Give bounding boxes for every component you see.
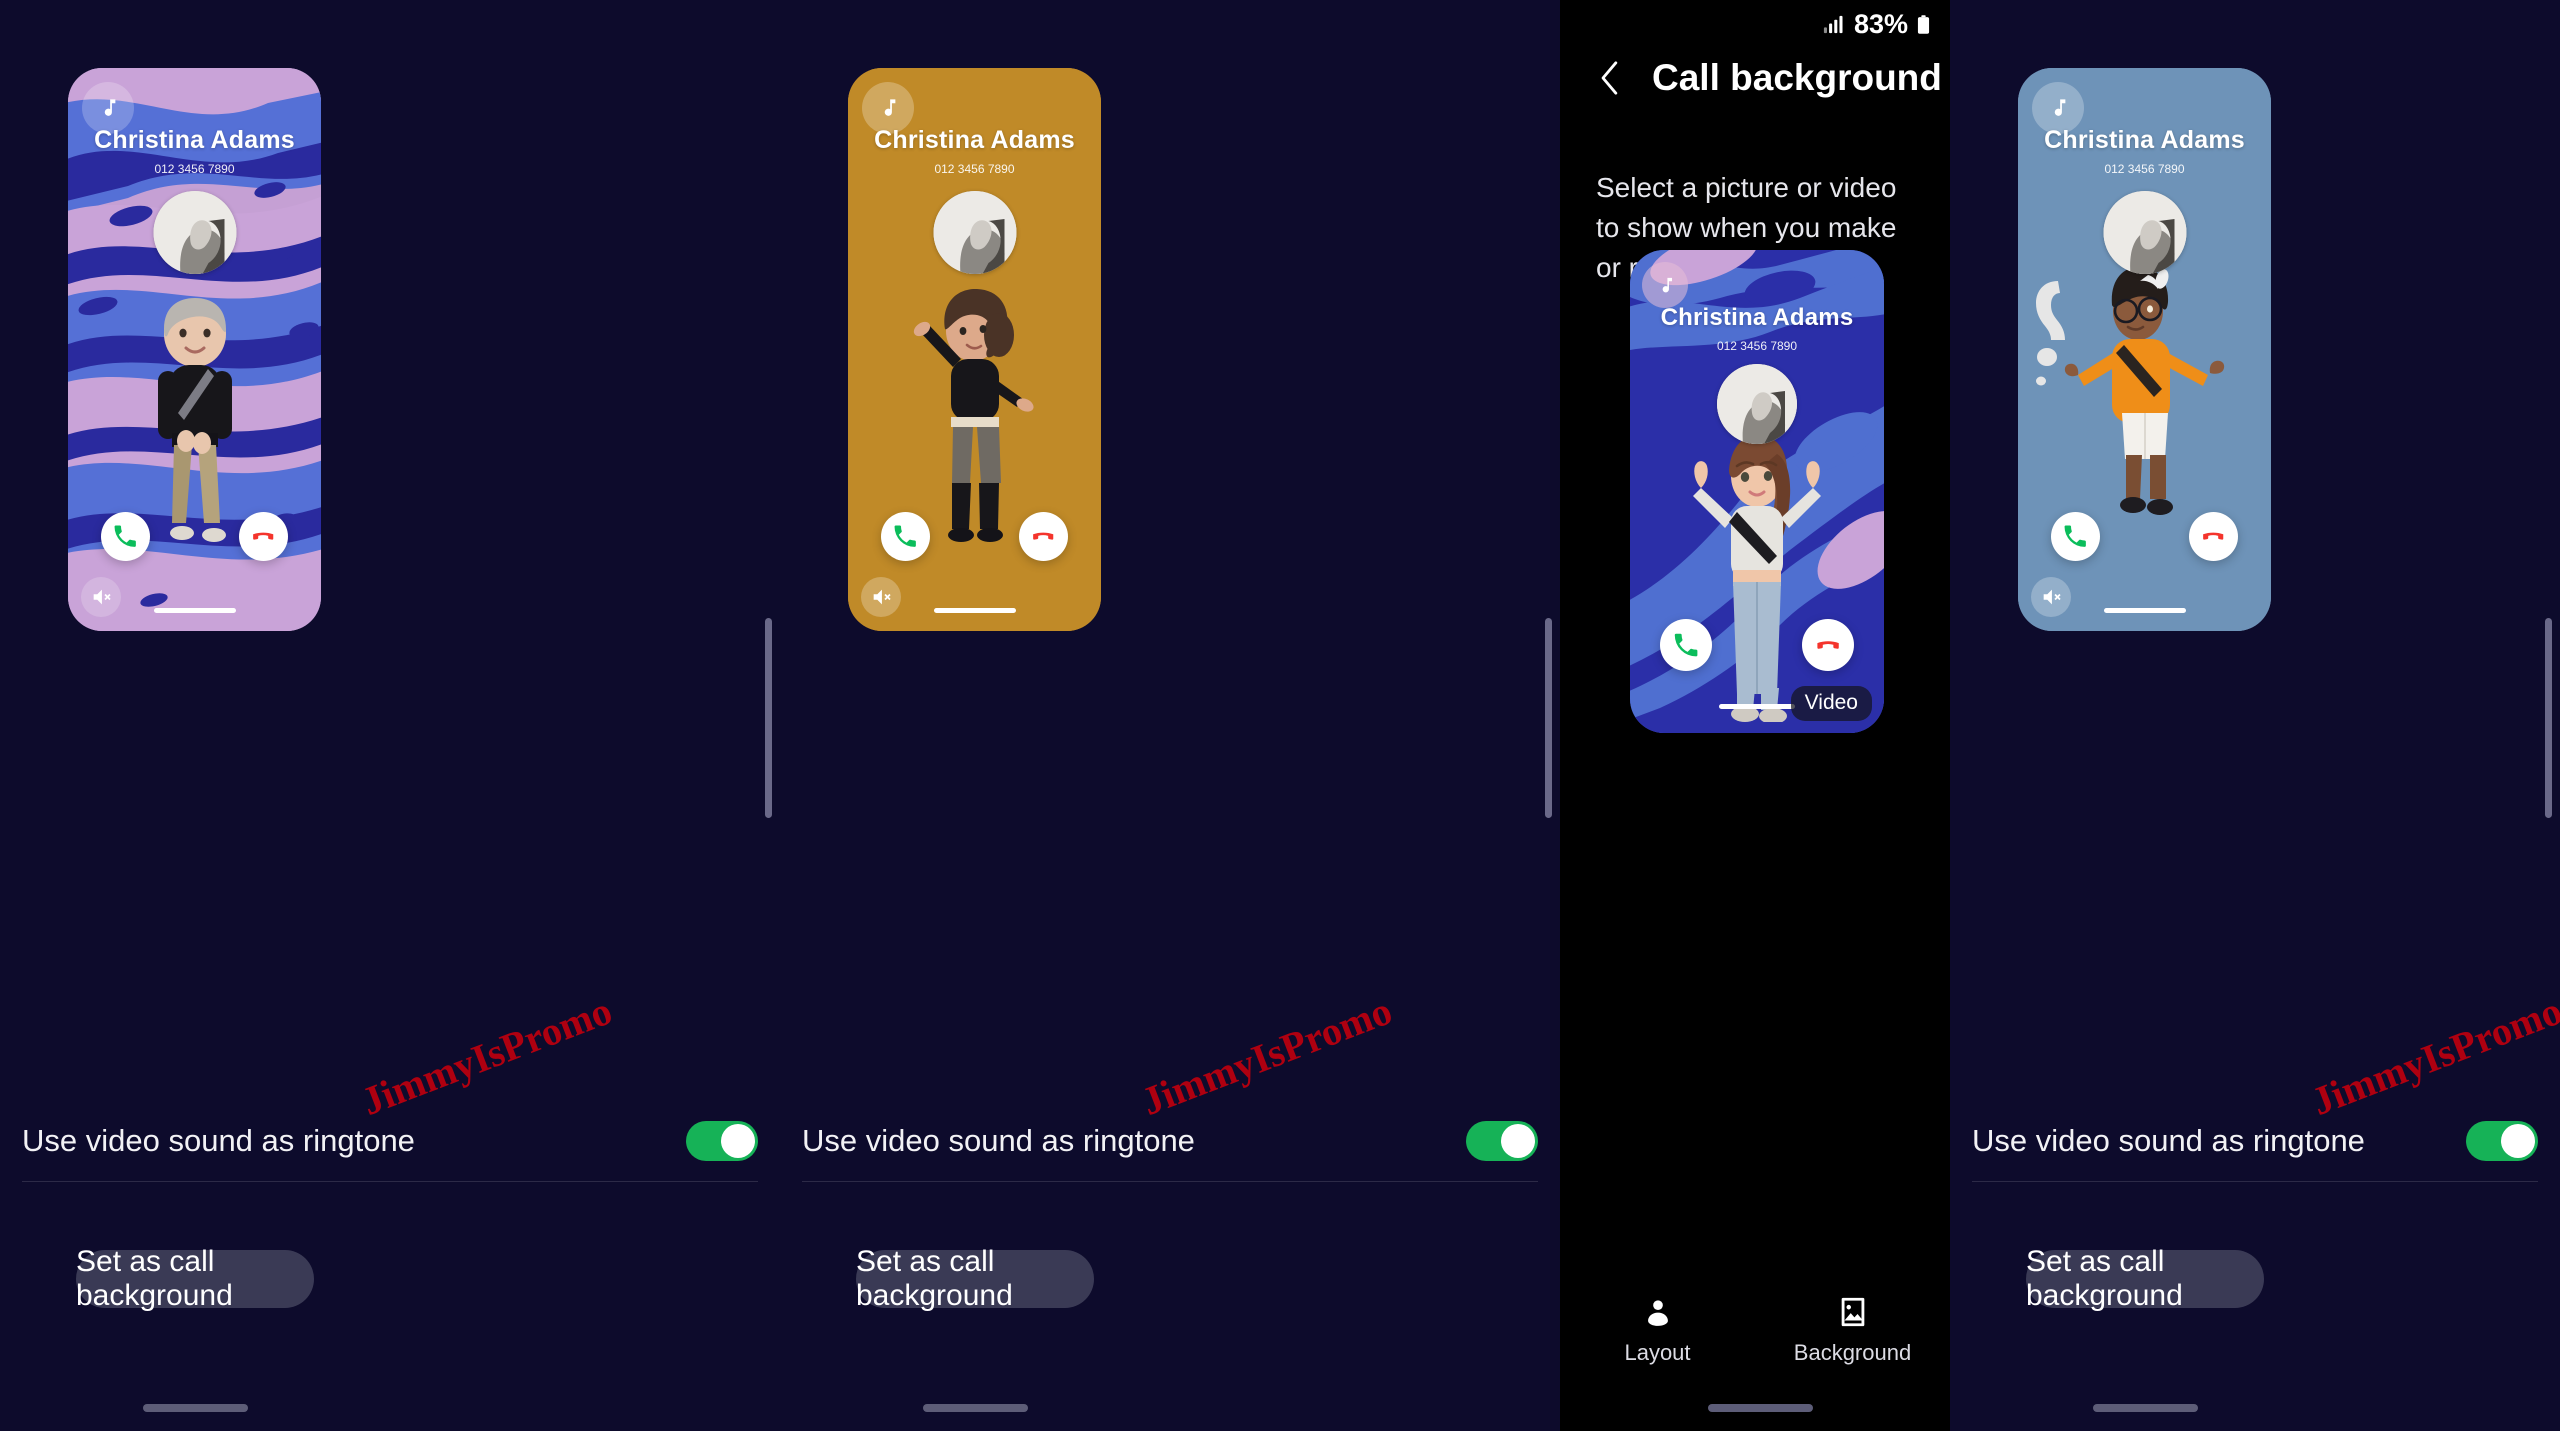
call-preview-card[interactable]: Christina Adams 012 3456 7890 — [848, 68, 1101, 631]
battery-icon — [1917, 15, 1930, 34]
ringtone-toggle[interactable] — [686, 1121, 758, 1161]
ringtone-setting-row[interactable]: Use video sound as ringtone — [802, 1115, 1538, 1167]
cta-label: Set as call background — [76, 1245, 233, 1312]
caller-name: Christina Adams — [1660, 304, 1854, 331]
toggle-knob — [2501, 1124, 2535, 1158]
system-home-bar — [1708, 1404, 1813, 1412]
home-indicator — [1719, 704, 1795, 709]
ringtone-setting-label: Use video sound as ringtone — [802, 1123, 1195, 1158]
caller-info: Christina Adams 012 3456 7890 — [848, 126, 1101, 176]
home-indicator — [153, 608, 236, 613]
screenshot-root: Christina Adams 012 3456 7890 Use video … — [0, 0, 2560, 1431]
caller-name: Christina Adams — [874, 126, 1075, 154]
answer-call-button[interactable] — [1660, 619, 1712, 671]
home-indicator — [933, 608, 1016, 613]
ringtone-setting-label: Use video sound as ringtone — [22, 1123, 415, 1158]
scroll-indicator[interactable] — [2545, 618, 2552, 818]
status-bar: 83% — [1822, 9, 1930, 40]
ringtone-setting-row[interactable]: Use video sound as ringtone — [1972, 1115, 2538, 1167]
divider — [802, 1181, 1538, 1182]
cta-label: Set as call background — [2026, 1245, 2183, 1312]
caller-info: Christina Adams 012 3456 7890 — [2018, 126, 2271, 176]
home-indicator — [2103, 608, 2186, 613]
toggle-knob — [721, 1124, 755, 1158]
call-background-editor-panel: 83% Call background Select a picture or … — [1560, 0, 1950, 1431]
divider — [22, 1181, 758, 1182]
preview-panel-4: Christina Adams 012 3456 7890 Use video … — [1950, 0, 2560, 1431]
person-icon — [1647, 1300, 1668, 1326]
tab-background-label: Background — [1793, 1340, 1912, 1365]
preview-panel-2: Christina Adams 012 3456 7890 Use video … — [780, 0, 1560, 1431]
battery-percent: 83% — [1853, 9, 1908, 39]
set-as-call-background-button[interactable]: Set as call background — [2026, 1245, 2264, 1312]
speaker-mute-icon[interactable] — [81, 577, 121, 617]
system-home-bar — [2093, 1404, 2198, 1412]
ringtone-toggle[interactable] — [1466, 1121, 1538, 1161]
caller-number: 012 3456 7890 — [1716, 339, 1798, 353]
avatar — [933, 191, 1016, 274]
caller-name: Christina Adams — [2044, 126, 2245, 154]
caller-info: Christina Adams 012 3456 7890 — [1630, 304, 1884, 353]
scroll-indicator[interactable] — [1545, 618, 1552, 818]
ringtone-setting-row[interactable]: Use video sound as ringtone — [22, 1115, 758, 1167]
signal-bars-icon — [1823, 15, 1843, 34]
speaker-mute-icon[interactable] — [861, 577, 901, 617]
back-arrow-icon[interactable] — [1596, 58, 1624, 98]
decline-call-button[interactable] — [2189, 512, 2238, 561]
caller-number: 012 3456 7890 — [2104, 162, 2185, 176]
cta-label: Set as call background — [856, 1245, 1013, 1312]
caller-number: 012 3456 7890 — [154, 162, 235, 176]
tab-layout-label: Layout — [1624, 1340, 1691, 1365]
call-preview-card[interactable]: Christina Adams 012 3456 7890 — [2018, 68, 2271, 631]
avatar — [153, 191, 236, 274]
watermark: JimmyIsPromo — [1135, 987, 1398, 1125]
page-title: Call background — [1652, 57, 1942, 98]
caller-name: Christina Adams — [94, 126, 295, 154]
app-bar: Call background — [1596, 57, 1942, 99]
set-as-call-background-button[interactable]: Set as call background — [856, 1245, 1094, 1312]
system-home-bar — [143, 1404, 248, 1412]
scroll-indicator[interactable] — [765, 618, 772, 818]
watermark: JimmyIsPromo — [355, 987, 618, 1125]
toggle-knob — [1501, 1124, 1535, 1158]
image-icon — [1841, 1297, 1864, 1327]
system-home-bar — [923, 1404, 1028, 1412]
divider — [1972, 1181, 2538, 1182]
decline-call-button[interactable] — [239, 512, 288, 561]
ringtone-setting-label: Use video sound as ringtone — [1972, 1123, 2365, 1158]
music-note-icon[interactable] — [1642, 262, 1688, 308]
video-badge[interactable]: Video — [1790, 686, 1872, 721]
answer-call-button[interactable] — [881, 512, 930, 561]
tab-layout[interactable]: Layout — [1560, 1295, 1755, 1366]
avatar-character — [130, 293, 260, 563]
caller-number: 012 3456 7890 — [934, 162, 1015, 176]
preview-panel-1: Christina Adams 012 3456 7890 Use video … — [0, 0, 780, 1431]
speaker-mute-icon[interactable] — [2031, 577, 2071, 617]
call-preview-card[interactable]: Christina Adams 012 3456 7890 — [1630, 250, 1884, 733]
call-preview-card[interactable]: Christina Adams 012 3456 7890 — [68, 68, 321, 631]
answer-call-button[interactable] — [101, 512, 150, 561]
avatar — [1717, 364, 1797, 444]
editor-tab-bar: Layout Background — [1560, 1295, 1950, 1366]
caller-info: Christina Adams 012 3456 7890 — [68, 126, 321, 176]
watermark: JimmyIsPromo — [2305, 987, 2560, 1125]
tab-background[interactable]: Background — [1755, 1295, 1950, 1366]
avatar — [2103, 191, 2186, 274]
avatar-character — [1671, 430, 1843, 724]
decline-call-button[interactable] — [1019, 512, 1068, 561]
answer-call-button[interactable] — [2051, 512, 2100, 561]
set-as-call-background-button[interactable]: Set as call background — [76, 1245, 314, 1312]
ringtone-toggle[interactable] — [2466, 1121, 2538, 1161]
decline-call-button[interactable] — [1802, 619, 1854, 671]
